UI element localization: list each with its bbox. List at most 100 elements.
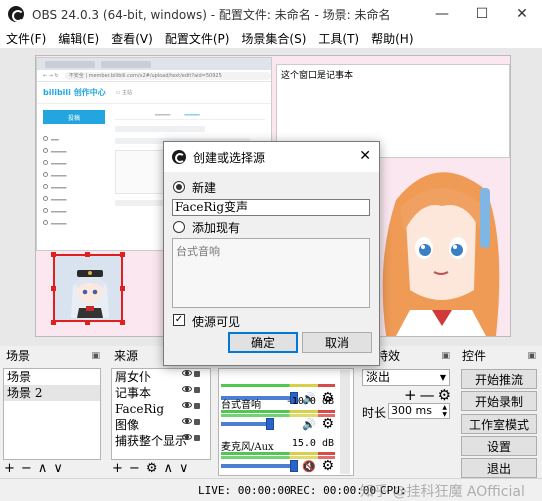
transition-gear-icon[interactable]: ⚙ xyxy=(438,386,451,404)
mixer-gear-icon[interactable]: ⚙ xyxy=(321,458,334,474)
create-select-source-dialog: 创建或选择源 ✕ 新建 FaceRig变声 添加现有 台式音响 ✓ 使源可见 确… xyxy=(163,141,380,366)
browser-header: bilibili 创作中心 ▭ 主站 xyxy=(37,82,271,104)
transform-handle[interactable] xyxy=(51,320,56,325)
remove-transition-button[interactable]: — xyxy=(420,386,435,404)
maximize-button[interactable]: ☐ xyxy=(462,0,502,28)
scene-item[interactable]: 场景 2 xyxy=(4,385,100,401)
source-name: 捕获整个显示 xyxy=(115,434,188,448)
speaker-icon[interactable]: 🔊 xyxy=(302,418,316,431)
menu-tools[interactable]: 工具(T) xyxy=(312,30,365,47)
menu-profile[interactable]: 配置文件(P) xyxy=(159,30,236,47)
transform-handle[interactable] xyxy=(120,320,125,325)
browser-side-item: ▁▁ xyxy=(43,132,105,144)
scene-item[interactable]: 场景 xyxy=(4,369,100,385)
browser-side-item: ▁▁▁▁ xyxy=(43,144,105,156)
bilibili-logo: bilibili 创作中心 xyxy=(43,88,106,97)
source-item[interactable]: 捕获整个显示 xyxy=(112,433,210,449)
menu-bar: 文件(F) 编辑(E) 查看(V) 配置文件(P) 场景集合(S) 工具(T) … xyxy=(0,28,542,48)
browser-side-item: ▁▁▁▁ xyxy=(43,192,105,204)
scenes-list[interactable]: 场景 场景 2 xyxy=(3,368,101,460)
volume-slider-knob[interactable] xyxy=(290,460,298,472)
exit-button[interactable]: 退出 xyxy=(461,458,537,478)
float-dock-icon[interactable]: ▣ xyxy=(91,351,100,361)
visibility-eye-icon[interactable] xyxy=(182,418,192,424)
volume-slider-knob[interactable] xyxy=(266,418,274,430)
transform-handle[interactable] xyxy=(85,320,90,325)
make-visible-checkbox[interactable]: ✓ xyxy=(173,314,185,326)
chevron-down-icon: ▼ xyxy=(439,373,446,382)
transition-select-value: 淡出 xyxy=(366,370,391,384)
dialog-close-icon[interactable]: ✕ xyxy=(359,148,371,164)
scenes-dock: 场景 ▣ 场景 场景 2 + − ∧ ∨ xyxy=(0,346,106,478)
mixer-track: 麦克风/Aux 15.0 dB 🔇 ⚙ xyxy=(218,438,338,478)
menu-scene-collection[interactable]: 场景集合(S) xyxy=(235,30,312,47)
volume-slider[interactable] xyxy=(221,464,297,468)
transform-handle[interactable] xyxy=(85,252,90,257)
sources-list[interactable]: 屑女仆 记事本 FaceRig 图像 捕获整个显示 xyxy=(111,368,211,460)
source-item[interactable]: FaceRig xyxy=(112,401,210,417)
menu-help[interactable]: 帮助(H) xyxy=(365,30,419,47)
move-scene-down-button[interactable]: ∨ xyxy=(53,461,63,476)
image-source-thumbnail[interactable] xyxy=(53,254,123,322)
ok-button[interactable]: 确定 xyxy=(228,332,298,353)
spin-arrows-icon[interactable]: ▲ ▼ xyxy=(442,404,447,418)
existing-sources-list[interactable]: 台式音响 xyxy=(172,238,370,308)
menu-edit[interactable]: 编辑(E) xyxy=(52,30,105,47)
visibility-eye-icon[interactable] xyxy=(182,434,192,440)
studio-mode-button[interactable]: 工作室模式 xyxy=(461,414,537,434)
source-name-input[interactable]: FaceRig变声 xyxy=(172,199,370,216)
start-recording-button[interactable]: 开始录制 xyxy=(461,391,537,411)
add-scene-button[interactable]: + xyxy=(4,461,15,476)
mixer-gear-icon[interactable]: ⚙ xyxy=(321,416,334,432)
lock-icon[interactable] xyxy=(194,371,200,377)
duration-input[interactable]: 300 ms ▲ ▼ xyxy=(388,403,450,419)
add-transition-button[interactable]: + xyxy=(404,386,417,404)
speaker-muted-icon[interactable]: 🔇 xyxy=(302,460,316,473)
lock-icon[interactable] xyxy=(194,403,200,409)
lock-icon[interactable] xyxy=(194,419,200,425)
transform-handle[interactable] xyxy=(51,286,56,291)
create-new-radio[interactable] xyxy=(173,181,185,193)
source-item[interactable]: 图像 xyxy=(112,417,210,433)
visibility-eye-icon[interactable] xyxy=(182,386,192,392)
start-streaming-button[interactable]: 开始推流 xyxy=(461,369,537,389)
add-existing-radio[interactable] xyxy=(173,221,185,233)
transform-handle[interactable] xyxy=(120,286,125,291)
controls-header: 控件 ▣ xyxy=(456,346,542,365)
visibility-eye-icon[interactable] xyxy=(182,370,192,376)
minimize-button[interactable]: — xyxy=(422,0,462,28)
browser-post-button: 投稿 xyxy=(43,110,105,124)
browser-nav-label: ▭ 主站 xyxy=(115,90,133,96)
float-dock-icon[interactable]: ▣ xyxy=(441,351,450,361)
facerig-avatar-image[interactable] xyxy=(376,160,510,336)
menu-view[interactable]: 查看(V) xyxy=(105,30,159,47)
lock-icon[interactable] xyxy=(194,435,200,441)
transform-handle[interactable] xyxy=(120,252,125,257)
cancel-button[interactable]: 取消 xyxy=(302,332,372,353)
remove-source-button[interactable]: − xyxy=(129,461,140,476)
sources-toolbar: + − ⚙ ∧ ∨ xyxy=(112,460,189,476)
volume-slider[interactable] xyxy=(221,422,271,426)
transform-handle[interactable] xyxy=(51,252,56,257)
move-scene-up-button[interactable]: ∧ xyxy=(38,461,48,476)
mixer-scrollbar[interactable] xyxy=(340,370,350,474)
source-item[interactable]: 屑女仆 xyxy=(112,369,210,385)
lock-icon[interactable] xyxy=(194,387,200,393)
transition-select[interactable]: 淡出 ▼ xyxy=(362,369,450,386)
remove-scene-button[interactable]: − xyxy=(21,461,32,476)
add-existing-label: 添加现有 xyxy=(192,221,241,235)
menu-file[interactable]: 文件(F) xyxy=(0,30,52,47)
source-item[interactable]: 记事本 xyxy=(112,385,210,401)
scenes-title: 场景 xyxy=(6,349,31,363)
move-source-up-button[interactable]: ∧ xyxy=(163,461,173,476)
existing-source-item[interactable]: 台式音响 xyxy=(173,239,369,263)
move-source-down-button[interactable]: ∨ xyxy=(179,461,189,476)
visibility-eye-icon[interactable] xyxy=(182,402,192,408)
settings-button[interactable]: 设置 xyxy=(461,436,537,456)
close-button[interactable]: ✕ xyxy=(502,0,542,28)
live-timer: LIVE: 00:00:00 xyxy=(198,484,291,497)
browser-sidebar: 投稿 ▁▁ ▁▁▁▁ ▁▁▁▁ ▁▁▁▁ ▁▁▁▁ ▁▁▁▁ ▁▁▁▁ ▁▁▁▁ xyxy=(43,110,105,228)
float-dock-icon[interactable]: ▣ xyxy=(527,351,536,361)
add-source-button[interactable]: + xyxy=(112,461,123,476)
source-properties-gear-icon[interactable]: ⚙ xyxy=(146,461,158,476)
